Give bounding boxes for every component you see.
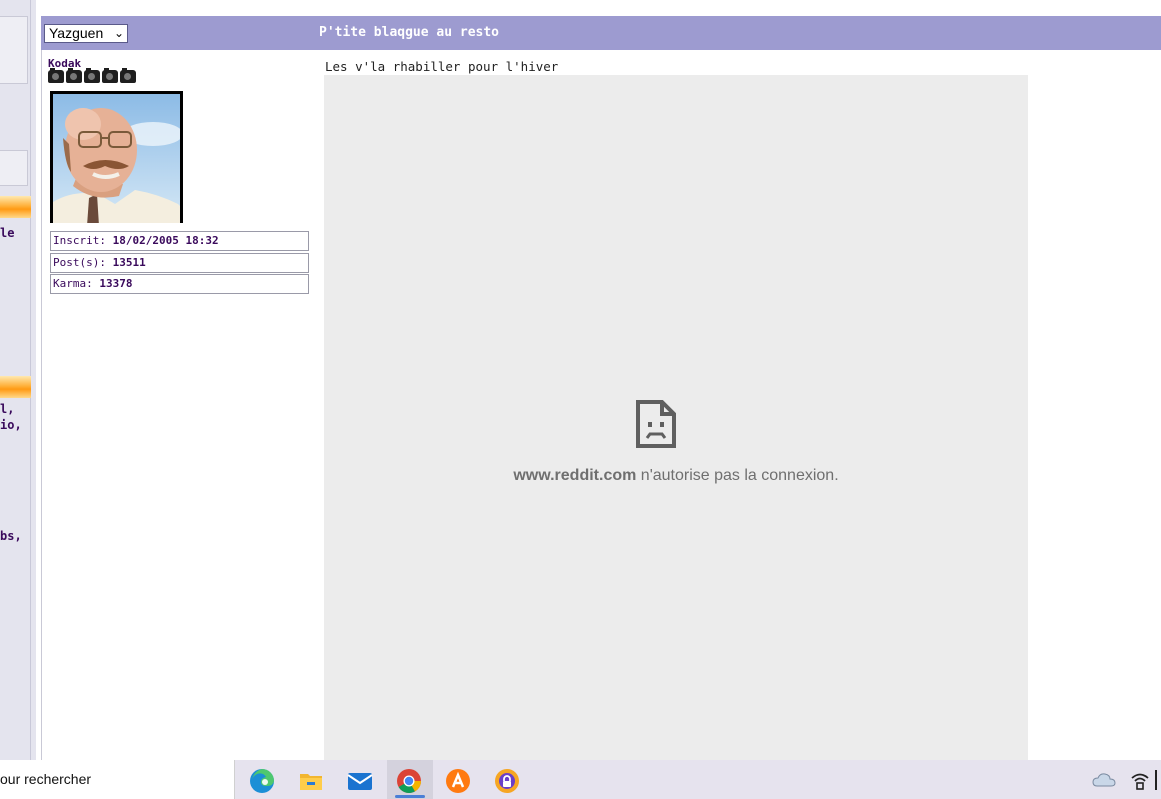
embedded-frame[interactable]: www.reddit.com n'autorise pas la connexi… — [324, 75, 1028, 760]
search-placeholder: our rechercher — [0, 771, 92, 787]
post-header-bar — [41, 16, 1161, 50]
connection-refused-message: www.reddit.com n'autorise pas la connexi… — [324, 467, 1028, 485]
avatar-portrait-image — [53, 94, 180, 223]
chrome-icon[interactable] — [396, 768, 422, 794]
edge-icon[interactable] — [249, 768, 275, 794]
stat-value: 13511 — [112, 256, 146, 269]
stat-posts: Post(s): 13511 — [50, 253, 309, 273]
post-body-text: Les v'la rhabiller pour l'hiver — [325, 59, 559, 74]
camera-icon — [102, 68, 118, 83]
sidebar-section-header — [0, 376, 31, 398]
camera-icon — [84, 68, 100, 83]
sidebar-text-fragment[interactable]: io, — [0, 417, 22, 433]
sidebar-box — [0, 150, 28, 186]
network-icon[interactable] — [1130, 771, 1150, 791]
sidebar-text-fragment[interactable]: le — [0, 225, 14, 241]
author-dropdown[interactable]: Yazguen ⌄ — [44, 24, 128, 43]
stat-registered: Inscrit: 18/02/2005 18:32 — [50, 231, 309, 251]
stat-label: Inscrit: — [53, 234, 113, 247]
sidebar-text-fragment[interactable]: l, — [0, 401, 14, 417]
stat-value: 13378 — [99, 277, 133, 290]
sidebar-box — [0, 16, 28, 84]
camera-icon — [66, 68, 82, 83]
sidebar-section-header — [0, 196, 31, 218]
onedrive-cloud-icon[interactable] — [1092, 770, 1116, 790]
rank-icons — [48, 68, 136, 85]
refused-text: n'autorise pas la connexion. — [636, 467, 839, 484]
stat-karma: Karma: 13378 — [50, 274, 309, 294]
broken-page-icon — [636, 400, 676, 448]
sidebar-text-fragment[interactable]: bs, — [0, 528, 22, 544]
post-title: P'tite blaqgue au resto — [319, 25, 500, 40]
author-dropdown-value: Yazguen — [49, 25, 104, 41]
stat-value: 18/02/2005 18:32 — [112, 234, 219, 247]
avast-icon[interactable] — [445, 768, 471, 794]
refused-domain: www.reddit.com — [513, 467, 637, 484]
vpn-shield-icon[interactable] — [494, 768, 520, 794]
chevron-down-icon: ⌄ — [113, 26, 124, 40]
avatar — [50, 91, 183, 223]
stat-label: Post(s): — [53, 256, 113, 269]
left-sidebar: le l, io, bs, — [0, 0, 36, 760]
file-explorer-icon[interactable] — [298, 768, 324, 794]
camera-icon — [120, 68, 136, 83]
stat-label: Karma: — [53, 277, 100, 290]
taskbar-search-box[interactable]: our rechercher — [0, 760, 235, 799]
tray-overflow-fragment — [1155, 770, 1161, 790]
camera-icon — [48, 68, 64, 83]
mail-icon[interactable] — [347, 768, 373, 794]
